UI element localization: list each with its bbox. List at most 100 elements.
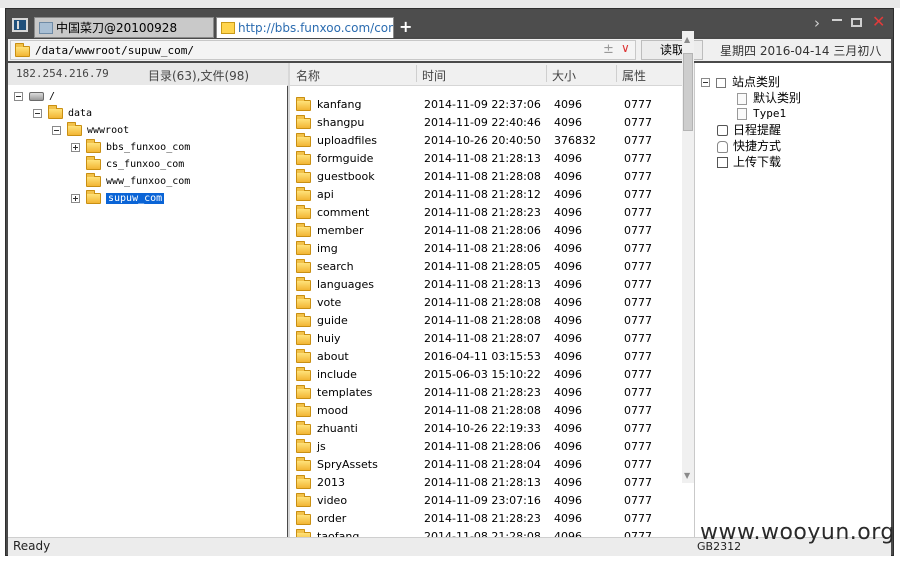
tree-site-category[interactable]: 站点类别	[701, 74, 780, 90]
table-row[interactable]: search 2014-11-08 21:28:05 4096 0777	[290, 258, 682, 276]
cell-size: 4096	[554, 494, 582, 507]
table-row[interactable]: templates 2014-11-08 21:28:23 4096 0777	[290, 384, 682, 402]
tree-node[interactable]: cs_funxoo_com	[86, 155, 185, 173]
table-row[interactable]: guide 2014-11-08 21:28:08 4096 0777	[290, 312, 682, 330]
folder-icon	[296, 259, 311, 273]
table-row[interactable]: guestbook 2014-11-08 21:28:08 4096 0777	[290, 168, 682, 186]
table-row[interactable]: img 2014-11-08 21:28:06 4096 0777	[290, 240, 682, 258]
side-panel: 站点类别 默认类别 Type1 日程提醒 快捷方式 上传下载	[694, 63, 891, 537]
cell-size: 4096	[554, 530, 582, 537]
path-input[interactable]: /data/wwwroot/supuw_com/ ± ∨	[10, 40, 636, 60]
tree-type1[interactable]: Type1	[737, 106, 786, 122]
tree-node-selected[interactable]: supuw_com	[71, 189, 165, 207]
checkbox[interactable]	[716, 77, 726, 88]
file-list: 名称 时间 大小 属性 kanfang 2014-11-09 22:37:06 40…	[290, 63, 694, 537]
table-row[interactable]: uploadfiles 2014-10-26 20:40:50 376832 0777	[290, 132, 682, 150]
scroll-down-icon[interactable]: ▼	[684, 471, 690, 480]
cell-time: 2014-11-08 21:28:08	[424, 530, 541, 537]
column-divider[interactable]	[546, 65, 547, 82]
cell-name: js	[317, 440, 326, 453]
table-row[interactable]: 2013 2014-11-08 21:28:13 4096 0777	[290, 474, 682, 492]
close-icon[interactable]: ✕	[872, 14, 885, 30]
scrollbar-thumb[interactable]	[683, 53, 693, 131]
table-row[interactable]: api 2014-11-08 21:28:12 4096 0777	[290, 186, 682, 204]
cell-time: 2014-11-08 21:28:08	[424, 170, 541, 183]
table-row[interactable]: zhuanti 2014-10-26 22:19:33 4096 0777	[290, 420, 682, 438]
tree-node[interactable]: www_funxoo_com	[86, 172, 190, 190]
cell-attr: 0777	[624, 404, 652, 417]
add-tab-button[interactable]: +	[399, 17, 412, 37]
collapse-icon[interactable]	[14, 91, 23, 101]
column-divider[interactable]	[616, 65, 617, 82]
column-size[interactable]: 大小	[552, 67, 576, 84]
tree-default-category[interactable]: 默认类别	[737, 90, 801, 106]
cell-attr: 0777	[624, 494, 652, 507]
folder-icon	[67, 121, 82, 136]
tree-upload-download[interactable]: 上传下载	[717, 154, 781, 170]
window-menu-icon[interactable]	[12, 18, 28, 32]
cell-time: 2014-11-08 21:28:06	[424, 242, 541, 255]
cell-attr: 0777	[624, 350, 652, 363]
table-row[interactable]: huiy 2014-11-08 21:28:07 4096 0777	[290, 330, 682, 348]
cell-name: video	[317, 494, 348, 507]
table-row[interactable]: taofang 2014-11-08 21:28:08 4096 0777	[290, 528, 682, 537]
table-row[interactable]: vote 2014-11-08 21:28:08 4096 0777	[290, 294, 682, 312]
status-text: Ready	[13, 539, 51, 553]
cell-name: guestbook	[317, 170, 375, 183]
schedule-label: 日程提醒	[733, 123, 782, 137]
tree-node[interactable]: data	[33, 104, 92, 122]
table-row[interactable]: about 2016-04-11 03:15:53 4096 0777	[290, 348, 682, 366]
table-row[interactable]: mood 2014-11-08 21:28:08 4096 0777	[290, 402, 682, 420]
minimize-icon[interactable]	[832, 19, 842, 21]
table-row[interactable]: languages 2014-11-08 21:28:13 4096 0777	[290, 276, 682, 294]
column-divider[interactable]	[416, 65, 417, 82]
expand-icon[interactable]	[71, 142, 80, 152]
cell-size: 4096	[554, 368, 582, 381]
chevron-down-icon[interactable]: ∨	[621, 41, 630, 55]
expand-icon[interactable]	[71, 193, 80, 203]
page-icon	[737, 92, 747, 105]
column-attr[interactable]: 属性	[622, 67, 646, 84]
table-row[interactable]: comment 2014-11-08 21:28:23 4096 0777	[290, 204, 682, 222]
column-time[interactable]: 时间	[422, 67, 446, 84]
column-name[interactable]: 名称	[296, 67, 320, 84]
tree-node[interactable]: bbs_funxoo_com	[71, 138, 190, 156]
vertical-scrollbar[interactable]: ▲ ▼	[682, 31, 694, 483]
cell-size: 4096	[554, 404, 582, 417]
table-row[interactable]: SpryAssets 2014-11-08 21:28:04 4096 0777	[290, 456, 682, 474]
tree-node-label: cs_funxoo_com	[106, 159, 185, 170]
tree-shortcut[interactable]: 快捷方式	[717, 138, 781, 154]
tree-node[interactable]: wwwroot	[52, 121, 129, 139]
title-bar: 中国菜刀@20100928 http://bbs.funxoo.com/conf…	[6, 9, 893, 38]
tree-schedule[interactable]: 日程提醒	[717, 122, 781, 138]
tab-main[interactable]: 中国菜刀@20100928	[34, 17, 214, 38]
chevron-right-icon[interactable]: ›	[814, 15, 820, 31]
site-category-label: 站点类别	[732, 75, 781, 89]
collapse-icon[interactable]	[33, 108, 42, 118]
table-row[interactable]: shangpu 2014-11-09 22:40:46 4096 0777	[290, 114, 682, 132]
default-category-label: 默认类别	[753, 91, 802, 105]
maximize-icon[interactable]	[851, 18, 862, 27]
cell-attr: 0777	[624, 314, 652, 327]
table-row[interactable]: js 2014-11-08 21:28:06 4096 0777	[290, 438, 682, 456]
tab-file-manager[interactable]: http://bbs.funxoo.com/config...	[216, 17, 394, 38]
folder-icon	[296, 349, 311, 363]
table-row[interactable]: formguide 2014-11-08 21:28:13 4096 0777	[290, 150, 682, 168]
collapse-icon[interactable]	[701, 78, 710, 87]
tree-node[interactable]: /	[14, 89, 55, 105]
collapse-icon[interactable]	[52, 125, 61, 135]
scroll-up-icon[interactable]: ▲	[684, 35, 690, 44]
table-row[interactable]: member 2014-11-08 21:28:06 4096 0777	[290, 222, 682, 240]
cell-size: 4096	[554, 440, 582, 453]
table-row[interactable]: kanfang 2014-11-09 22:37:06 4096 0777	[290, 96, 682, 114]
cell-size: 4096	[554, 188, 582, 201]
add-bookmark-icon[interactable]: ±	[603, 42, 614, 57]
table-row[interactable]: video 2014-11-09 23:07:16 4096 0777	[290, 492, 682, 510]
cell-size: 4096	[554, 476, 582, 489]
cell-size: 4096	[554, 332, 582, 345]
cell-attr: 0777	[624, 512, 652, 525]
cell-attr: 0777	[624, 98, 652, 111]
table-row[interactable]: include 2015-06-03 15:10:22 4096 0777	[290, 366, 682, 384]
table-row[interactable]: order 2014-11-08 21:28:23 4096 0777	[290, 510, 682, 528]
cell-size: 4096	[554, 260, 582, 273]
